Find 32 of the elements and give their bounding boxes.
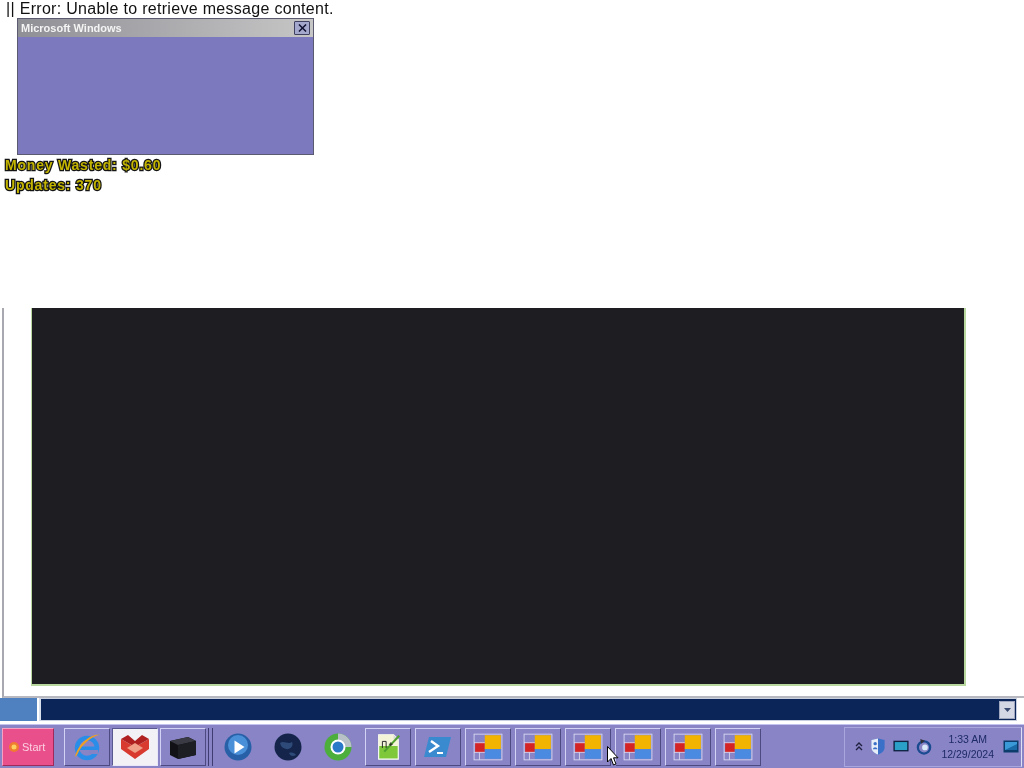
clock[interactable]: 1:33 AM 12/29/2024 [939,731,996,762]
clock-date: 12/29/2024 [941,746,994,762]
cursor-icon [607,746,619,766]
sync-icon[interactable] [916,738,933,755]
globe-icon[interactable] [274,732,302,761]
close-icon [297,24,307,32]
chevron-up-icon[interactable] [855,741,864,752]
stat-text: Updates: 370 [5,176,103,195]
tiles-icon [723,732,753,761]
tiles-icon [523,732,553,761]
error-message: || Error: Unable to retrieve message content. [6,0,334,18]
tiles-icon [673,732,703,761]
shield-icon[interactable] [870,738,887,755]
play-icon[interactable] [224,732,252,761]
desktop-icon[interactable] [1003,739,1019,754]
toolbar-segment [0,698,37,721]
dialog-title: Microsoft Windows [21,22,122,34]
chevron-box-icon [120,732,150,761]
taskbar-button[interactable] [112,727,158,766]
stat-text: Money Wasted: $0.60 [5,156,162,175]
caret-icon [1003,707,1011,712]
clock-time: 1:33 AM [948,731,987,747]
orb-icon [9,741,19,752]
tiles-icon [473,732,503,761]
browser-e-icon [72,732,102,761]
ring-icon[interactable] [324,732,352,761]
tiles-icon [623,732,653,761]
close-button[interactable] [294,21,310,35]
start-button[interactable]: Start [2,727,54,766]
tiles-icon [573,732,603,761]
dropdown-button[interactable] [999,700,1015,719]
combo-field[interactable] [39,698,1017,721]
